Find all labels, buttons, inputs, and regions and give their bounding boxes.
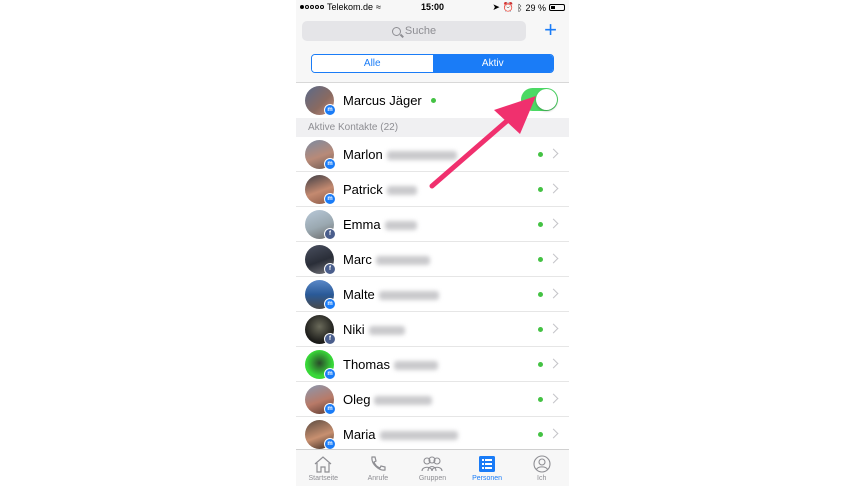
chevron-right-icon [548, 428, 559, 439]
messenger-icon: m [324, 158, 336, 170]
phone-icon [371, 456, 386, 471]
redacted-surname [379, 431, 458, 441]
bluetooth-icon: ᛒ [517, 2, 523, 13]
contact-name: Emma [343, 217, 417, 232]
contact-name: Thomas [343, 357, 438, 372]
messenger-icon: m [324, 104, 336, 116]
contact-row[interactable]: m Malte [296, 277, 569, 312]
messenger-icon: m [324, 368, 336, 380]
contact-row[interactable]: f Niki [296, 312, 569, 347]
tab-label: Anrufe [367, 475, 389, 482]
contact-name: Malte [343, 287, 439, 302]
active-status-toggle[interactable] [521, 88, 558, 111]
toggle-knob [536, 89, 557, 110]
phone-screen: Telekom.de ≈ 15:00 ➤ ⏰ ᛒ 29 % Suche + Al… [296, 0, 569, 486]
chevron-right-icon [548, 323, 559, 334]
redacted-surname [368, 326, 405, 336]
online-indicator [538, 292, 543, 297]
chevron-right-icon [548, 183, 559, 194]
tab-gruppen[interactable]: Gruppen [405, 450, 460, 486]
status-right: ➤ ⏰ ᛒ 29 % [492, 2, 565, 13]
messenger-icon: m [324, 298, 336, 310]
people-list-icon [479, 456, 496, 472]
online-indicator [538, 222, 543, 227]
tab-anrufe[interactable]: Anrufe [351, 450, 406, 486]
tab-startseite[interactable]: Startseite [296, 450, 351, 486]
segment-bar: Alle Aktiv [296, 46, 569, 83]
chevron-right-icon [548, 393, 559, 404]
redacted-surname [384, 221, 417, 231]
profile-icon [533, 455, 551, 473]
tab-label: Gruppen [418, 475, 447, 482]
contact-name: Marlon [343, 147, 457, 162]
redacted-surname [374, 396, 433, 406]
search-placeholder: Suche [404, 25, 437, 37]
tab-label: Personen [472, 475, 503, 482]
contact-name: Maria [343, 427, 458, 442]
redacted-surname [378, 291, 439, 301]
search-icon [391, 26, 401, 36]
contact-name: Marc [343, 252, 430, 267]
contact-row[interactable]: m Thomas [296, 347, 569, 382]
tab-label: Startseite [308, 475, 339, 482]
segmented-control: Alle Aktiv [311, 54, 554, 73]
section-header: Aktive Kontakte (22) [296, 118, 569, 137]
redacted-surname [386, 186, 417, 196]
own-profile-row: m Marcus Jäger [296, 83, 569, 118]
battery-percent: 29 % [525, 2, 546, 13]
messenger-icon: m [324, 403, 336, 415]
add-contact-button[interactable]: + [544, 19, 557, 41]
own-name: Marcus Jäger [343, 93, 422, 108]
online-indicator [431, 98, 436, 103]
segment-all[interactable]: Alle [312, 55, 433, 72]
contact-row[interactable]: f Marc [296, 242, 569, 277]
facebook-icon: f [324, 228, 336, 240]
chevron-right-icon [548, 253, 559, 264]
tab-bar: Startseite Anrufe Gruppen Personen Ich [296, 449, 569, 486]
online-indicator [538, 362, 543, 367]
chevron-right-icon [548, 288, 559, 299]
tab-label: Ich [537, 475, 547, 482]
battery-icon [549, 4, 565, 11]
online-indicator [538, 257, 543, 262]
redacted-surname [375, 256, 430, 266]
contact-row[interactable]: m Patrick [296, 172, 569, 207]
search-header: Suche + [296, 16, 569, 46]
facebook-icon: f [324, 333, 336, 345]
online-indicator [538, 397, 543, 402]
chevron-right-icon [548, 358, 559, 369]
segment-active[interactable]: Aktiv [432, 55, 553, 72]
redacted-surname [393, 361, 438, 371]
groups-icon [421, 456, 444, 472]
online-indicator [538, 432, 543, 437]
contact-row[interactable]: m Oleg [296, 382, 569, 417]
tab-personen[interactable]: Personen [460, 450, 515, 486]
location-icon: ➤ [492, 2, 500, 12]
contact-name: Niki [343, 322, 405, 337]
facebook-icon: f [324, 263, 336, 275]
status-bar: Telekom.de ≈ 15:00 ➤ ⏰ ᛒ 29 % [296, 0, 569, 16]
redacted-surname [386, 151, 457, 161]
chevron-right-icon [548, 218, 559, 229]
search-input[interactable]: Suche [302, 21, 526, 41]
contact-name: Patrick [343, 182, 417, 197]
messenger-icon: m [324, 193, 336, 205]
contact-row[interactable]: m Maria [296, 417, 569, 452]
online-indicator [538, 187, 543, 192]
chevron-right-icon [548, 148, 559, 159]
tab-ich[interactable]: Ich [514, 450, 569, 486]
online-indicator [538, 152, 543, 157]
contact-name: Oleg [343, 392, 433, 407]
alarm-icon: ⏰ [502, 2, 515, 12]
online-indicator [538, 327, 543, 332]
home-icon [314, 456, 332, 473]
contact-row[interactable]: m Marlon [296, 137, 569, 172]
contact-row[interactable]: f Emma [296, 207, 569, 242]
contact-list: m Marlon m Patrick f Emma f Marc m Malte… [296, 137, 569, 452]
